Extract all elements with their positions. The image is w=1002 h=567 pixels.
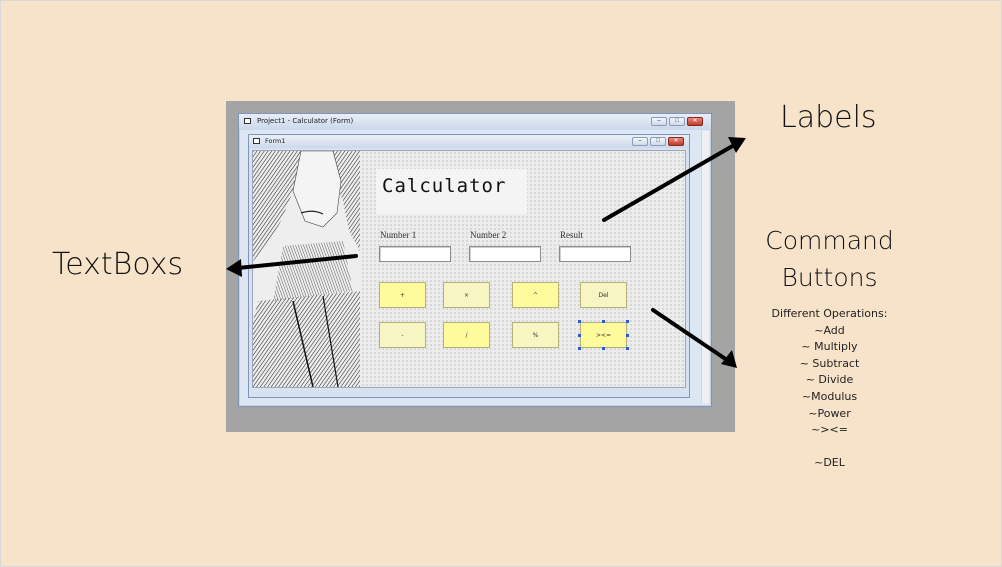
annotation-arrows [226, 137, 746, 368]
textboxes-arrow [236, 254, 358, 270]
buttons-arrow [651, 308, 729, 362]
textboxes-arrowhead [226, 259, 242, 277]
labels-arrow [602, 142, 738, 222]
arrowheads [226, 137, 746, 368]
